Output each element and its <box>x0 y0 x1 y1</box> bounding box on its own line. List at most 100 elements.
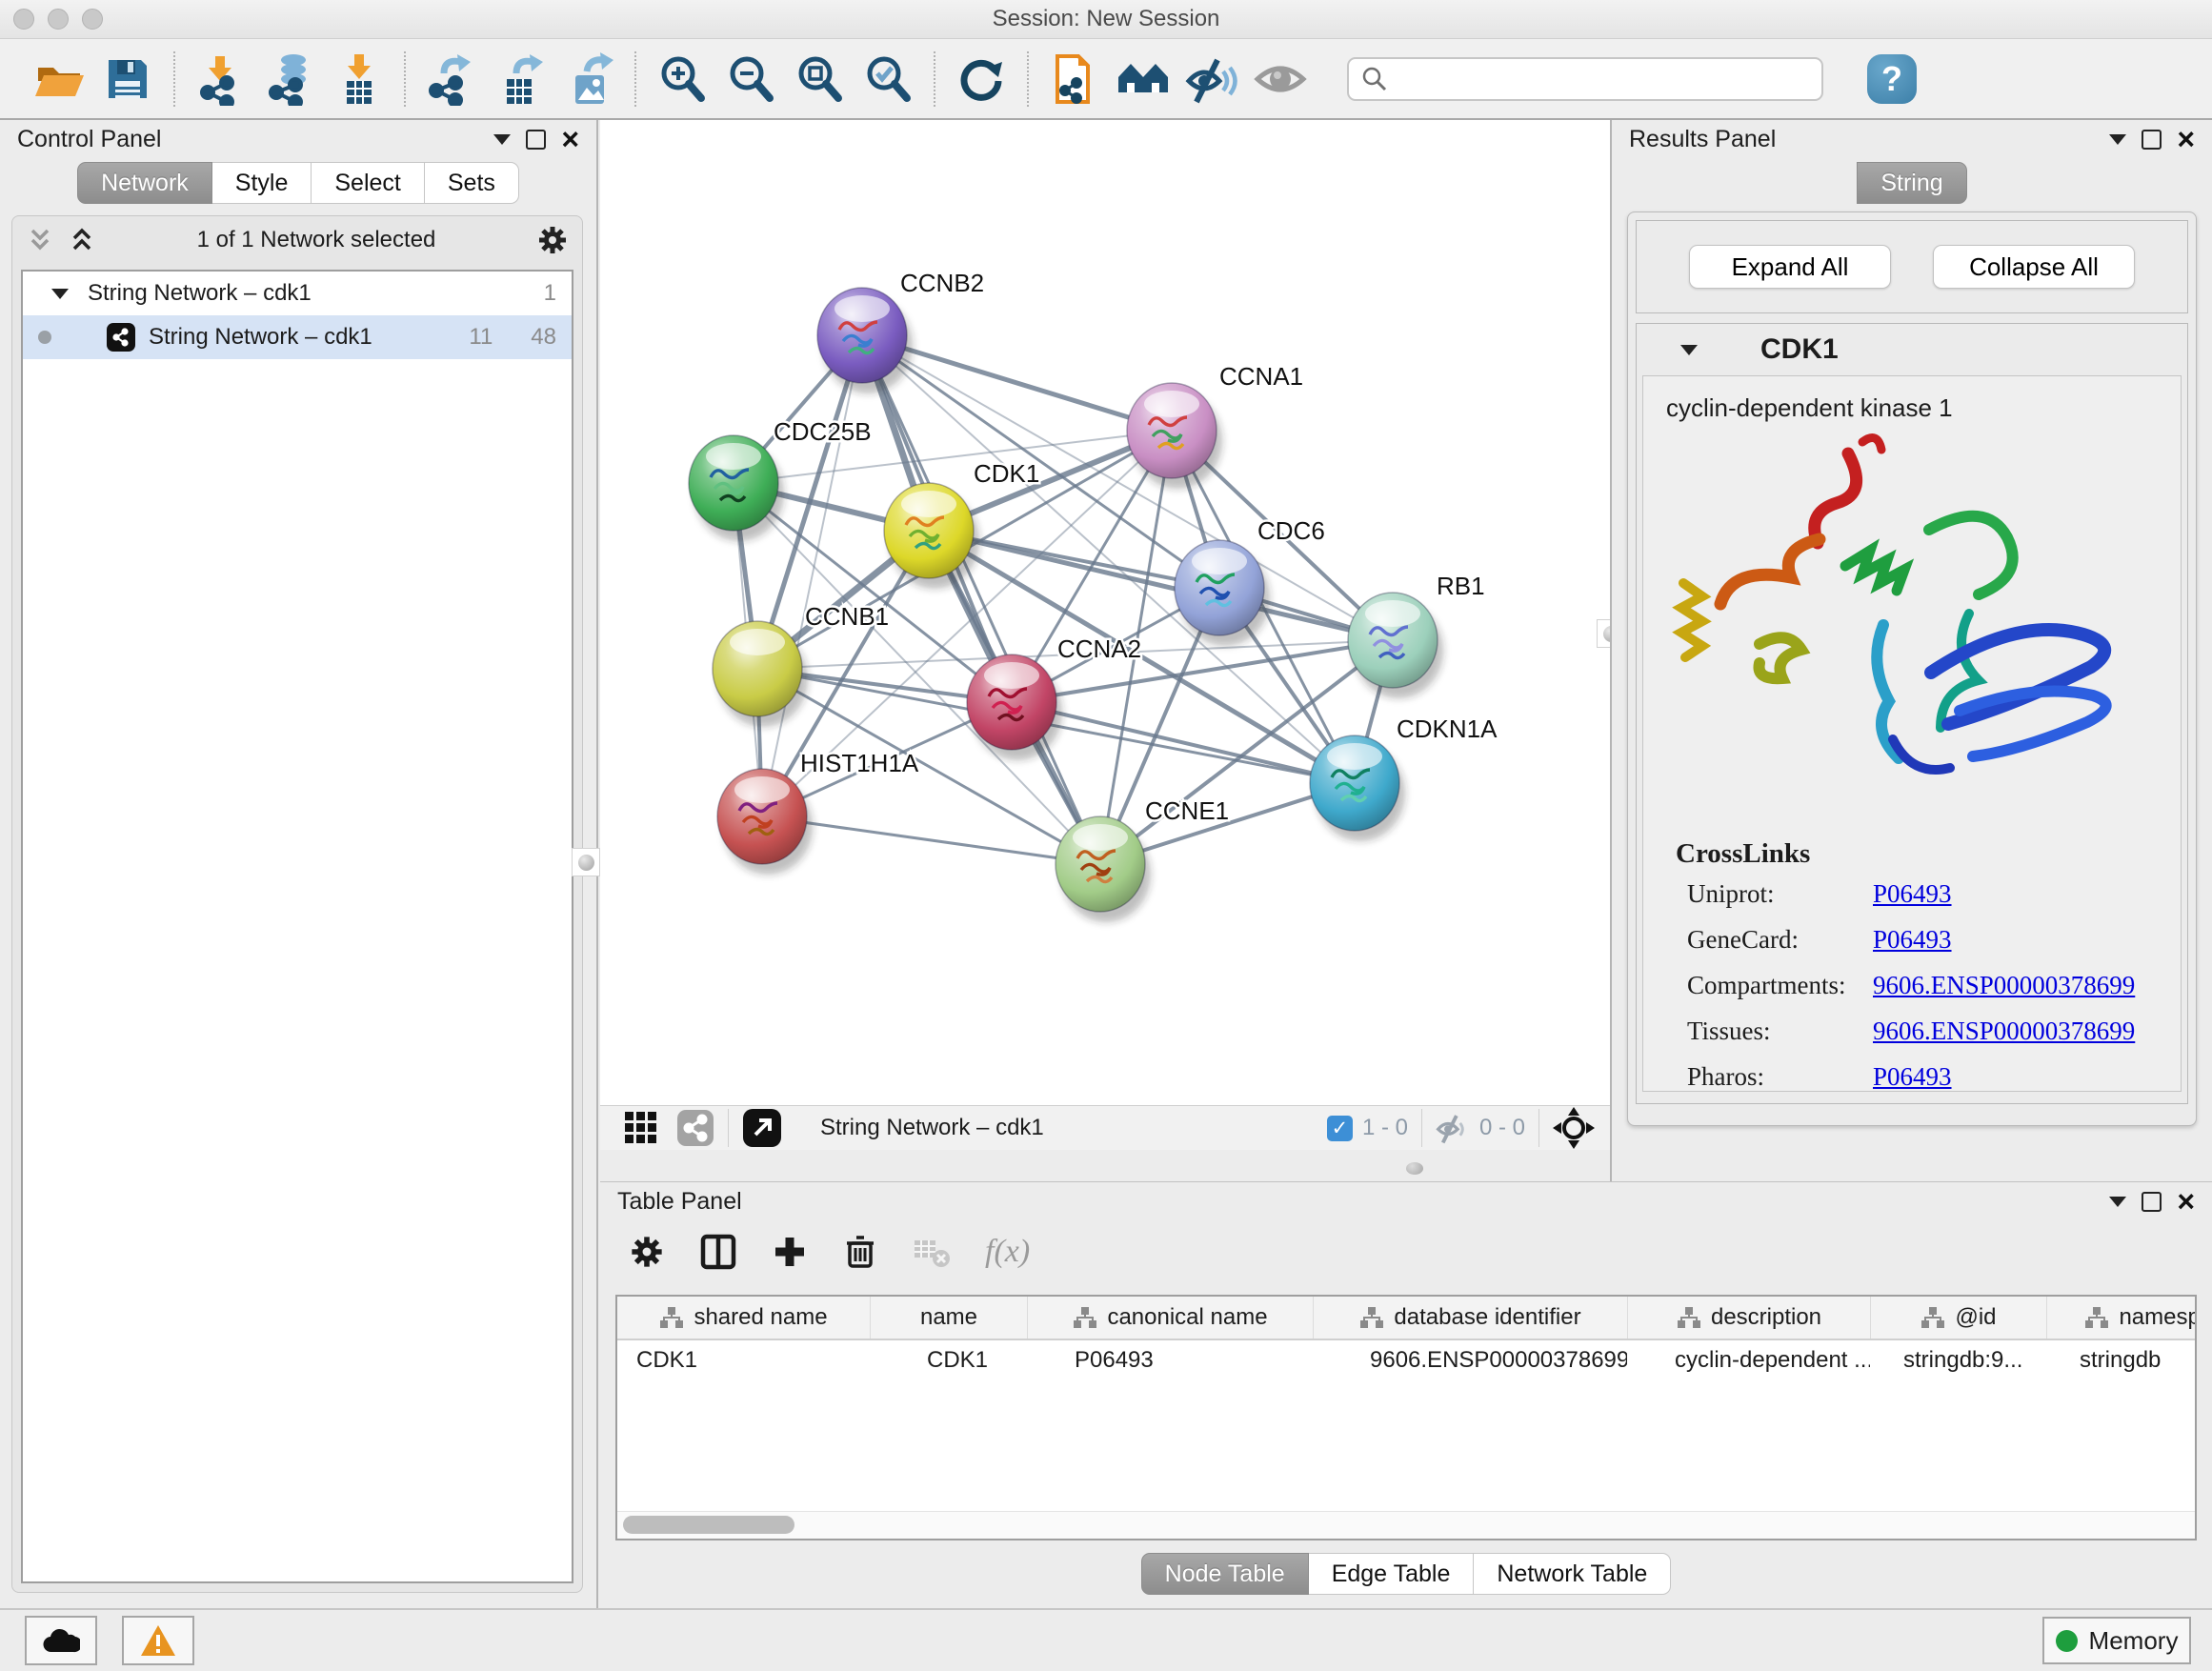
expand-all-icon[interactable] <box>68 226 96 254</box>
network-edge[interactable] <box>762 816 1100 864</box>
left-splitter-handle[interactable] <box>572 848 600 876</box>
tab-style[interactable]: Style <box>212 162 312 204</box>
network-share-icon[interactable] <box>676 1109 714 1147</box>
export-table-button[interactable] <box>490 48 551 111</box>
import-network-button[interactable] <box>191 48 251 111</box>
show-hidden-button[interactable] <box>1250 48 1311 111</box>
network-edge[interactable] <box>862 335 1100 864</box>
refresh-view-button[interactable] <box>951 48 1012 111</box>
tab-node-table[interactable]: Node Table <box>1141 1553 1309 1595</box>
close-panel-icon[interactable]: × <box>2177 124 2195 154</box>
tab-sets[interactable]: Sets <box>425 162 519 204</box>
export-image-button[interactable] <box>558 48 619 111</box>
tab-network[interactable]: Network <box>77 162 212 204</box>
add-column-icon[interactable] <box>772 1234 808 1270</box>
help-button[interactable]: ? <box>1867 54 1917 104</box>
hide-unhide-button[interactable] <box>1181 48 1242 111</box>
cell-canonical-name[interactable]: P06493 <box>1027 1340 1313 1380</box>
collapse-all-icon[interactable] <box>26 226 54 254</box>
network-edge[interactable] <box>762 335 862 816</box>
eye-slash-icon <box>1185 52 1238 106</box>
collection-expander-icon[interactable] <box>51 289 69 299</box>
cell-namespace[interactable]: stringdb <box>2046 1340 2197 1380</box>
zoom-selected-button[interactable] <box>857 48 918 111</box>
grid-view-icon[interactable] <box>623 1110 659 1146</box>
cell-name[interactable]: CDK1 <box>870 1340 1027 1380</box>
close-panel-icon[interactable]: × <box>2177 1186 2195 1217</box>
network-node-cdk1[interactable]: CDK1 <box>884 459 1039 589</box>
column-header-name[interactable]: name <box>870 1297 1027 1339</box>
tab-edge-table[interactable]: Edge Table <box>1309 1553 1475 1595</box>
network-node-ccne1[interactable]: CCNE1 <box>1056 796 1229 922</box>
crosslink-genecard[interactable]: P06493 <box>1873 925 1952 955</box>
float-panel-icon[interactable] <box>2142 130 2162 150</box>
toolbar-search[interactable] <box>1347 57 1823 101</box>
gear-icon[interactable] <box>536 224 569 256</box>
crosslink-tissues[interactable]: 9606.ENSP00000378699 <box>1873 1017 2135 1046</box>
network-node-cdc6[interactable]: CDC6 <box>1175 516 1325 646</box>
export-network-button[interactable] <box>421 48 482 111</box>
collapse-all-button[interactable]: Collapse All <box>1933 245 2135 289</box>
delete-column-icon[interactable] <box>842 1234 878 1270</box>
import-table-button[interactable] <box>328 48 389 111</box>
tab-string[interactable]: String <box>1857 162 1966 204</box>
close-panel-icon[interactable]: × <box>561 124 579 154</box>
network-node-rb1[interactable]: RB1 <box>1348 572 1485 698</box>
open-session-button[interactable] <box>29 48 90 111</box>
memory-button[interactable]: Memory <box>2042 1617 2191 1664</box>
table-row[interactable]: CDK1 CDK1 P06493 9606.ENSP00000378699 cy… <box>617 1340 2197 1380</box>
save-session-button[interactable] <box>97 48 158 111</box>
warnings-button[interactable] <box>122 1616 194 1665</box>
cell-description[interactable]: cyclin-dependent ... <box>1627 1340 1870 1380</box>
string-home-button[interactable] <box>1113 48 1174 111</box>
panel-menu-icon[interactable] <box>2109 1197 2126 1207</box>
entry-expander-icon[interactable] <box>1680 345 1698 355</box>
file-network-icon <box>1048 52 1101 106</box>
table-horizontal-scrollbar[interactable] <box>617 1511 2195 1539</box>
cell-shared-name[interactable]: CDK1 <box>617 1340 870 1380</box>
network-collection-row[interactable]: String Network – cdk1 1 <box>23 272 572 315</box>
column-header-description[interactable]: description <box>1627 1297 1870 1339</box>
string-import-button[interactable] <box>1044 48 1105 111</box>
cell-id[interactable]: stringdb:9... <box>1870 1340 2046 1380</box>
cell-database-identifier[interactable]: 9606.ENSP00000378699 <box>1313 1340 1627 1380</box>
crosslink-pharos[interactable]: P06493 <box>1873 1062 1952 1092</box>
network-node-cdc25b[interactable]: CDC25B <box>689 417 872 541</box>
scrollbar-thumb[interactable] <box>623 1516 794 1534</box>
zoom-out-button[interactable] <box>720 48 781 111</box>
horizontal-splitter-handle[interactable] <box>1406 1162 1423 1175</box>
network-node-ccnb2[interactable]: CCNB2 <box>817 269 984 393</box>
network-row[interactable]: String Network – cdk1 11 48 <box>23 315 572 359</box>
network-tree: String Network – cdk1 1 String Network –… <box>21 270 573 1583</box>
crosslink-compartments[interactable]: 9606.ENSP00000378699 <box>1873 971 2135 1000</box>
float-panel-icon[interactable] <box>2142 1192 2162 1212</box>
network-edge[interactable] <box>1012 702 1355 783</box>
open-in-window-icon[interactable] <box>742 1108 782 1148</box>
float-panel-icon[interactable] <box>526 130 546 150</box>
panel-menu-icon[interactable] <box>493 134 511 145</box>
network-node-cdkn1a[interactable]: CDKN1A <box>1310 715 1498 841</box>
node-table[interactable]: shared name name canonical name database… <box>615 1295 2197 1540</box>
zoom-fit-button[interactable] <box>789 48 850 111</box>
selected-checkbox-icon[interactable]: ✓ <box>1327 1116 1353 1141</box>
tab-network-table[interactable]: Network Table <box>1474 1553 1671 1595</box>
expand-all-button[interactable]: Expand All <box>1689 245 1891 289</box>
panel-menu-icon[interactable] <box>2109 134 2126 145</box>
column-header-namespace[interactable]: namespace <box>2046 1297 2197 1339</box>
network-canvas[interactable]: CCNB2CCNA1CDC25BCDK1CDC6RB1CCNB1CCNA2CDK… <box>600 120 1610 1105</box>
column-header-shared-name[interactable]: shared name <box>617 1297 870 1339</box>
column-header-database-identifier[interactable]: database identifier <box>1313 1297 1627 1339</box>
tab-select[interactable]: Select <box>312 162 424 204</box>
show-columns-icon[interactable] <box>699 1233 737 1271</box>
network-node-hist1h1a[interactable]: HIST1H1A <box>717 749 919 875</box>
table-options-gear-icon[interactable] <box>629 1234 665 1270</box>
zoom-in-button[interactable] <box>652 48 713 111</box>
hidden-eye-slash-icon[interactable] <box>1436 1111 1470 1145</box>
import-network-from-database-button[interactable] <box>259 48 320 111</box>
column-header-canonical-name[interactable]: canonical name <box>1027 1297 1313 1339</box>
column-header-id[interactable]: @id <box>1870 1297 2046 1339</box>
birds-eye-view-icon[interactable] <box>1553 1107 1595 1149</box>
crosslink-uniprot[interactable]: P06493 <box>1873 879 1952 909</box>
search-input[interactable] <box>1389 65 1802 93</box>
cloud-button[interactable] <box>25 1616 97 1665</box>
